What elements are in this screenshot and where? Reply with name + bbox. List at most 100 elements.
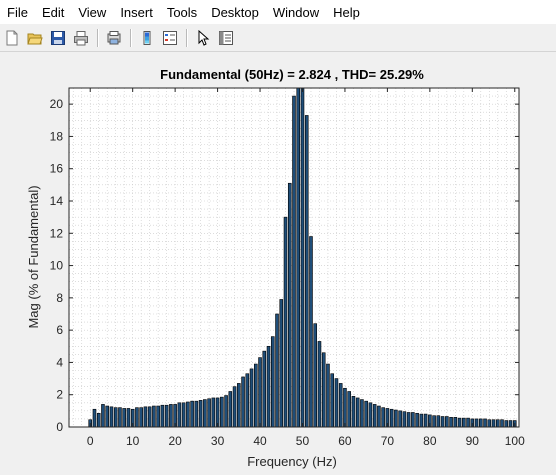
toolbar-separator bbox=[97, 29, 99, 47]
bar-48hz bbox=[292, 95, 296, 427]
y-tick-label: 0 bbox=[56, 420, 63, 434]
menu-bar: File Edit View Insert Tools Desktop Window Help bbox=[0, 0, 556, 24]
bar-89hz bbox=[466, 417, 470, 427]
legend-icon[interactable] bbox=[160, 28, 180, 48]
bar-37hz bbox=[245, 373, 250, 427]
bar-2hz bbox=[96, 412, 101, 427]
bar-9hz bbox=[126, 408, 131, 427]
bar-88hz bbox=[462, 417, 466, 427]
bar-69hz bbox=[381, 407, 385, 427]
bar-84hz bbox=[445, 416, 449, 427]
menu-view[interactable]: View bbox=[71, 0, 113, 24]
x-tick-label: 90 bbox=[466, 434, 480, 448]
bar-87hz bbox=[457, 417, 462, 427]
bar-16hz bbox=[156, 405, 160, 427]
bar-8hz bbox=[122, 408, 126, 427]
bar-5hz bbox=[109, 406, 114, 427]
bar-31hz bbox=[220, 396, 224, 427]
bar-57hz bbox=[330, 373, 334, 427]
bar-1hz bbox=[92, 408, 97, 427]
bar-17hz bbox=[160, 404, 165, 427]
print-icon[interactable] bbox=[71, 28, 91, 48]
x-tick-label: 10 bbox=[126, 434, 140, 448]
bar-71hz bbox=[389, 408, 394, 427]
print-preview-icon[interactable] bbox=[104, 28, 124, 48]
menu-desktop[interactable]: Desktop bbox=[204, 0, 266, 24]
bar-30hz bbox=[215, 397, 220, 427]
bar-68hz bbox=[377, 405, 381, 427]
bar-73hz bbox=[398, 410, 402, 427]
bar-60hz bbox=[343, 387, 347, 427]
bar-24hz bbox=[190, 400, 194, 427]
x-tick-label: 70 bbox=[381, 434, 395, 448]
x-tick-label: 60 bbox=[338, 434, 352, 448]
x-tick-label: 40 bbox=[253, 434, 267, 448]
bar-98hz bbox=[504, 420, 509, 427]
bar-26hz bbox=[198, 400, 203, 427]
bar-15hz bbox=[152, 405, 156, 427]
property-editor-icon[interactable] bbox=[216, 28, 236, 48]
bar-7hz bbox=[118, 407, 122, 427]
bar-4hz bbox=[105, 405, 109, 427]
save-icon[interactable] bbox=[48, 28, 68, 48]
bar-76hz bbox=[411, 412, 415, 427]
bar-27hz bbox=[203, 399, 207, 427]
bar-36hz bbox=[241, 376, 245, 427]
menu-insert[interactable]: Insert bbox=[113, 0, 160, 24]
menu-help[interactable]: Help bbox=[326, 0, 367, 24]
bar-72hz bbox=[394, 409, 398, 427]
bar-46hz bbox=[283, 216, 288, 427]
bar-95hz bbox=[491, 419, 496, 427]
pointer-icon[interactable] bbox=[193, 28, 213, 48]
bar-33hz bbox=[228, 391, 233, 427]
bar-66hz bbox=[368, 402, 373, 427]
y-tick-label: 12 bbox=[50, 226, 64, 240]
bar-61hz bbox=[347, 391, 351, 427]
open-folder-icon[interactable] bbox=[25, 28, 45, 48]
bar-12hz bbox=[139, 407, 143, 427]
bar-92hz bbox=[479, 418, 483, 427]
figure-toolbar bbox=[0, 25, 556, 52]
menu-window[interactable]: Window bbox=[266, 0, 326, 24]
bar-11hz bbox=[135, 407, 139, 427]
bar-39hz bbox=[254, 363, 258, 427]
new-file-icon[interactable] bbox=[2, 28, 22, 48]
bar-94hz bbox=[487, 419, 492, 427]
figure-canvas: 0 10 20 30 40 50 60 70 80 90 100 0 2 4 6 8 10 12 14 16 18 20… bbox=[0, 53, 556, 470]
toolbar-separator bbox=[130, 29, 132, 47]
y-tick-label: 14 bbox=[50, 194, 64, 208]
bar-91hz bbox=[474, 418, 479, 427]
bar-25hz bbox=[194, 400, 199, 427]
y-tick-label: 8 bbox=[56, 291, 63, 305]
bar-44hz bbox=[275, 313, 279, 427]
bar-81hz bbox=[432, 415, 436, 427]
bar-83hz bbox=[440, 416, 445, 427]
bar-55hz bbox=[321, 352, 326, 427]
x-tick-label: 50 bbox=[296, 434, 310, 448]
y-tick-label: 2 bbox=[56, 388, 63, 402]
bar-54hz bbox=[317, 341, 322, 427]
menu-file[interactable]: File bbox=[0, 0, 35, 24]
bar-49hz bbox=[296, 88, 301, 427]
menu-tools[interactable]: Tools bbox=[160, 0, 204, 24]
bar-14hz bbox=[147, 406, 152, 427]
bar-97hz bbox=[500, 419, 504, 427]
chart-title: Fundamental (50Hz) = 2.824 , THD= 25.29% bbox=[160, 67, 424, 82]
bar-77hz bbox=[415, 412, 419, 427]
bar-13hz bbox=[143, 406, 148, 427]
bar-58hz bbox=[334, 378, 339, 427]
bar-3hz bbox=[101, 404, 105, 427]
bar-28hz bbox=[207, 398, 211, 427]
y-tick-label: 20 bbox=[50, 97, 64, 111]
bar-38hz bbox=[249, 368, 254, 427]
y-tick-label: 16 bbox=[50, 162, 64, 176]
bar-74hz bbox=[402, 411, 407, 427]
bar-29hz bbox=[211, 397, 216, 427]
bar-96hz bbox=[495, 419, 500, 427]
x-tick-label: 20 bbox=[168, 434, 182, 448]
y-tick-label: 4 bbox=[56, 355, 63, 369]
menu-edit[interactable]: Edit bbox=[35, 0, 71, 24]
y-tick-label: 10 bbox=[50, 259, 64, 273]
x-tick-label: 100 bbox=[505, 434, 525, 448]
colorbar-icon[interactable] bbox=[137, 28, 157, 48]
